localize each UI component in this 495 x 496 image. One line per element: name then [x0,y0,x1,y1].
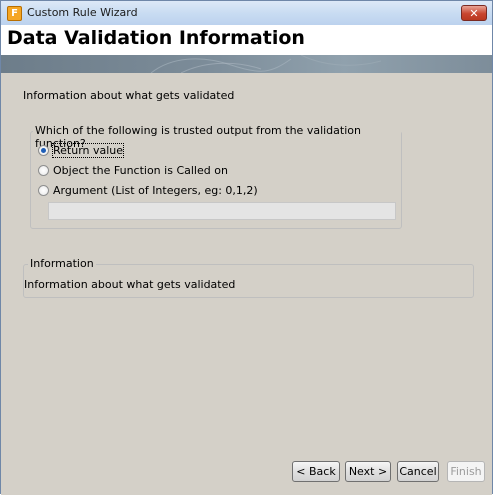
back-button[interactable]: < Back [292,461,340,482]
return-value-radio[interactable] [38,144,49,156]
trusted-output-group: Which of the following is trusted output… [30,124,402,229]
option-argument[interactable]: Argument (List of Integers, eg: 0,1,2) [38,182,258,198]
wizard-window: F Custom Rule Wizard ✕ Data Validation I… [0,0,493,495]
wizard-content: Information about what gets validated Wh… [1,73,492,455]
information-text: Information about what gets validated [24,278,236,291]
argument-radio[interactable] [38,184,49,196]
information-group-label: Information [28,257,96,270]
information-group: Information Information about what gets … [23,257,474,298]
description-text: Information about what gets validated [23,89,235,102]
object-called-on-radio[interactable] [38,164,49,176]
page-title: Data Validation Information [7,27,305,49]
title-bar[interactable]: F Custom Rule Wizard ✕ [1,1,492,25]
header-banner [1,55,492,73]
option-object-called-on[interactable]: Object the Function is Called on [38,162,228,178]
cancel-button[interactable]: Cancel [397,461,439,482]
object-called-on-label[interactable]: Object the Function is Called on [53,164,228,177]
argument-list-input[interactable] [48,202,396,220]
option-return-value[interactable]: Return value [38,142,125,158]
argument-label[interactable]: Argument (List of Integers, eg: 0,1,2) [53,184,258,197]
wizard-header: Data Validation Information [1,25,492,55]
app-icon: F [7,6,22,21]
next-button[interactable]: Next > [345,461,391,482]
close-button[interactable]: ✕ [461,5,487,21]
return-value-label[interactable]: Return value [51,142,125,158]
banner-decoration [150,55,382,73]
window-title: Custom Rule Wizard [27,6,138,19]
finish-button[interactable]: Finish [447,461,485,482]
wizard-footer: < Back Next > Cancel Finish [1,455,492,495]
